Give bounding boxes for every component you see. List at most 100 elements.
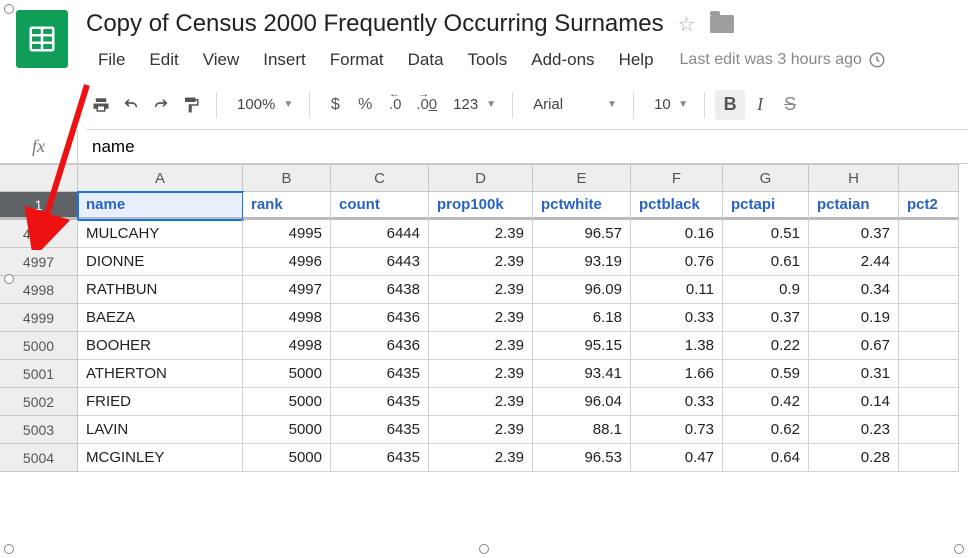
cell[interactable] xyxy=(899,360,959,388)
menu-insert[interactable]: Insert xyxy=(251,46,318,74)
cell[interactable] xyxy=(899,388,959,416)
row-header[interactable]: 5003 xyxy=(0,416,78,444)
cell[interactable]: 93.41 xyxy=(533,360,631,388)
menu-format[interactable]: Format xyxy=(318,46,396,74)
cell[interactable]: 6435 xyxy=(331,444,429,472)
cell[interactable]: 0.62 xyxy=(723,416,809,444)
cell[interactable]: 5000 xyxy=(243,444,331,472)
cell[interactable]: ATHERTON xyxy=(78,360,243,388)
cell[interactable]: BAEZA xyxy=(78,304,243,332)
cell[interactable]: 0.67 xyxy=(809,332,899,360)
star-icon[interactable]: ☆ xyxy=(678,12,696,37)
cell[interactable]: MCGINLEY xyxy=(78,444,243,472)
row-header[interactable]: 4999 xyxy=(0,304,78,332)
header-cell[interactable]: rank xyxy=(243,192,331,220)
cell[interactable]: 2.39 xyxy=(429,220,533,248)
currency-button[interactable]: $ xyxy=(320,90,350,120)
col-header-F[interactable]: F xyxy=(631,164,723,192)
cell[interactable]: 2.39 xyxy=(429,276,533,304)
cell[interactable]: 2.39 xyxy=(429,332,533,360)
cell[interactable]: 6436 xyxy=(331,304,429,332)
menu-tools[interactable]: Tools xyxy=(456,46,520,74)
col-header-H[interactable]: H xyxy=(809,164,899,192)
cell[interactable]: 5000 xyxy=(243,416,331,444)
cell[interactable]: 0.61 xyxy=(723,248,809,276)
cell[interactable]: 4995 xyxy=(243,220,331,248)
header-cell[interactable]: pctapi xyxy=(723,192,809,220)
cell[interactable]: 96.09 xyxy=(533,276,631,304)
cell[interactable]: 6.18 xyxy=(533,304,631,332)
cell[interactable]: 0.22 xyxy=(723,332,809,360)
row-header[interactable]: 4996 xyxy=(0,220,78,248)
cell[interactable]: 6436 xyxy=(331,332,429,360)
menu-edit[interactable]: Edit xyxy=(137,46,190,74)
crop-handle[interactable] xyxy=(4,544,14,554)
header-cell[interactable]: prop100k xyxy=(429,192,533,220)
cell[interactable]: 2.44 xyxy=(809,248,899,276)
menu-view[interactable]: View xyxy=(191,46,252,74)
row-header[interactable]: 5000 xyxy=(0,332,78,360)
cell[interactable]: 5000 xyxy=(243,360,331,388)
crop-handle[interactable] xyxy=(479,544,489,554)
document-title[interactable]: Copy of Census 2000 Frequently Occurring… xyxy=(86,10,664,38)
sheets-logo[interactable] xyxy=(16,10,68,68)
cell[interactable]: 96.53 xyxy=(533,444,631,472)
row-header[interactable]: 4997 xyxy=(0,248,78,276)
cell[interactable]: DIONNE xyxy=(78,248,243,276)
cell[interactable]: 6435 xyxy=(331,416,429,444)
row-header[interactable]: 5002 xyxy=(0,388,78,416)
cell[interactable]: 0.28 xyxy=(809,444,899,472)
cell[interactable]: 0.42 xyxy=(723,388,809,416)
cell[interactable]: 0.37 xyxy=(723,304,809,332)
crop-handle[interactable] xyxy=(954,544,964,554)
font-size-dropdown[interactable]: 10▼ xyxy=(644,90,694,120)
col-header-D[interactable]: D xyxy=(429,164,533,192)
cell[interactable]: 0.64 xyxy=(723,444,809,472)
header-cell[interactable]: pctblack xyxy=(631,192,723,220)
cell[interactable]: 2.39 xyxy=(429,416,533,444)
cell[interactable]: 0.16 xyxy=(631,220,723,248)
formula-input[interactable] xyxy=(78,130,968,163)
cell[interactable]: 88.1 xyxy=(533,416,631,444)
cell[interactable]: 96.04 xyxy=(533,388,631,416)
col-header-E[interactable]: E xyxy=(533,164,631,192)
spreadsheet-grid[interactable]: ABCDEFGH 1 namerankcountprop100kpctwhite… xyxy=(0,164,968,472)
cell[interactable]: 0.11 xyxy=(631,276,723,304)
redo-button[interactable] xyxy=(146,90,176,120)
cell[interactable] xyxy=(899,416,959,444)
cell[interactable]: FRIED xyxy=(78,388,243,416)
cell[interactable]: 0.47 xyxy=(631,444,723,472)
folder-icon[interactable] xyxy=(710,15,734,33)
cell[interactable]: 2.39 xyxy=(429,444,533,472)
header-cell[interactable]: pctwhite xyxy=(533,192,631,220)
header-cell[interactable]: count xyxy=(331,192,429,220)
font-family-dropdown[interactable]: Arial▼ xyxy=(523,90,623,120)
cell[interactable]: MULCAHY xyxy=(78,220,243,248)
cell[interactable]: 2.39 xyxy=(429,304,533,332)
cell[interactable]: 4998 xyxy=(243,304,331,332)
header-cell[interactable]: pctaian xyxy=(809,192,899,220)
italic-button[interactable]: I xyxy=(745,90,775,120)
cell[interactable]: RATHBUN xyxy=(78,276,243,304)
strikethrough-button[interactable]: S xyxy=(775,90,805,120)
menu-data[interactable]: Data xyxy=(396,46,456,74)
menu-file[interactable]: File xyxy=(86,46,137,74)
cell[interactable]: 95.15 xyxy=(533,332,631,360)
cell[interactable] xyxy=(899,304,959,332)
cell[interactable]: 6435 xyxy=(331,388,429,416)
cell[interactable]: 2.39 xyxy=(429,388,533,416)
cell[interactable]: 1.66 xyxy=(631,360,723,388)
undo-button[interactable] xyxy=(116,90,146,120)
cell[interactable]: 0.73 xyxy=(631,416,723,444)
cell[interactable] xyxy=(899,444,959,472)
cell[interactable]: 2.39 xyxy=(429,248,533,276)
header-cell[interactable]: name xyxy=(78,192,243,220)
cell[interactable]: 6443 xyxy=(331,248,429,276)
decrease-decimal-button[interactable]: .0← xyxy=(380,90,410,120)
paint-format-button[interactable] xyxy=(176,90,206,120)
row-header[interactable]: 5004 xyxy=(0,444,78,472)
cell[interactable]: 0.33 xyxy=(631,388,723,416)
menu-help[interactable]: Help xyxy=(607,46,666,74)
cell[interactable]: 0.76 xyxy=(631,248,723,276)
cell[interactable]: 0.51 xyxy=(723,220,809,248)
